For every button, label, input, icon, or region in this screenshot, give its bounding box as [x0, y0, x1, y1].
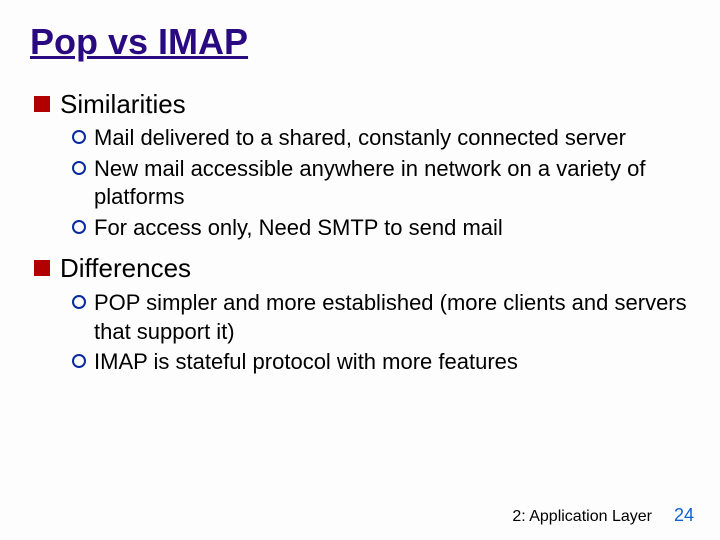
- section-items: Mail delivered to a shared, constanly co…: [72, 124, 690, 242]
- section-heading-row: Differences: [34, 252, 690, 285]
- footer: 2: Application Layer 24: [512, 505, 694, 526]
- list-item-text: IMAP is stateful protocol with more feat…: [94, 348, 518, 377]
- page-number: 24: [674, 505, 694, 526]
- list-item-text: New mail accessible anywhere in network …: [94, 155, 690, 212]
- circle-bullet-icon: [72, 295, 86, 309]
- list-item: IMAP is stateful protocol with more feat…: [72, 348, 690, 377]
- list-item: POP simpler and more established (more c…: [72, 289, 690, 346]
- list-item: New mail accessible anywhere in network …: [72, 155, 690, 212]
- circle-bullet-icon: [72, 130, 86, 144]
- footer-label: 2: Application Layer: [512, 508, 652, 526]
- slide-title: Pop vs IMAP: [30, 22, 690, 62]
- circle-bullet-icon: [72, 161, 86, 175]
- square-bullet-icon: [34, 260, 50, 276]
- list-item-text: POP simpler and more established (more c…: [94, 289, 690, 346]
- circle-bullet-icon: [72, 354, 86, 368]
- section-heading: Similarities: [60, 88, 186, 121]
- section-heading-row: Similarities: [34, 88, 690, 121]
- list-item-text: For access only, Need SMTP to send mail: [94, 214, 503, 243]
- circle-bullet-icon: [72, 220, 86, 234]
- section-items: POP simpler and more established (more c…: [72, 289, 690, 377]
- slide: Pop vs IMAP Similarities Mail delivered …: [0, 0, 720, 540]
- list-item: For access only, Need SMTP to send mail: [72, 214, 690, 243]
- section-heading: Differences: [60, 252, 191, 285]
- square-bullet-icon: [34, 96, 50, 112]
- list-item-text: Mail delivered to a shared, constanly co…: [94, 124, 626, 153]
- list-item: Mail delivered to a shared, constanly co…: [72, 124, 690, 153]
